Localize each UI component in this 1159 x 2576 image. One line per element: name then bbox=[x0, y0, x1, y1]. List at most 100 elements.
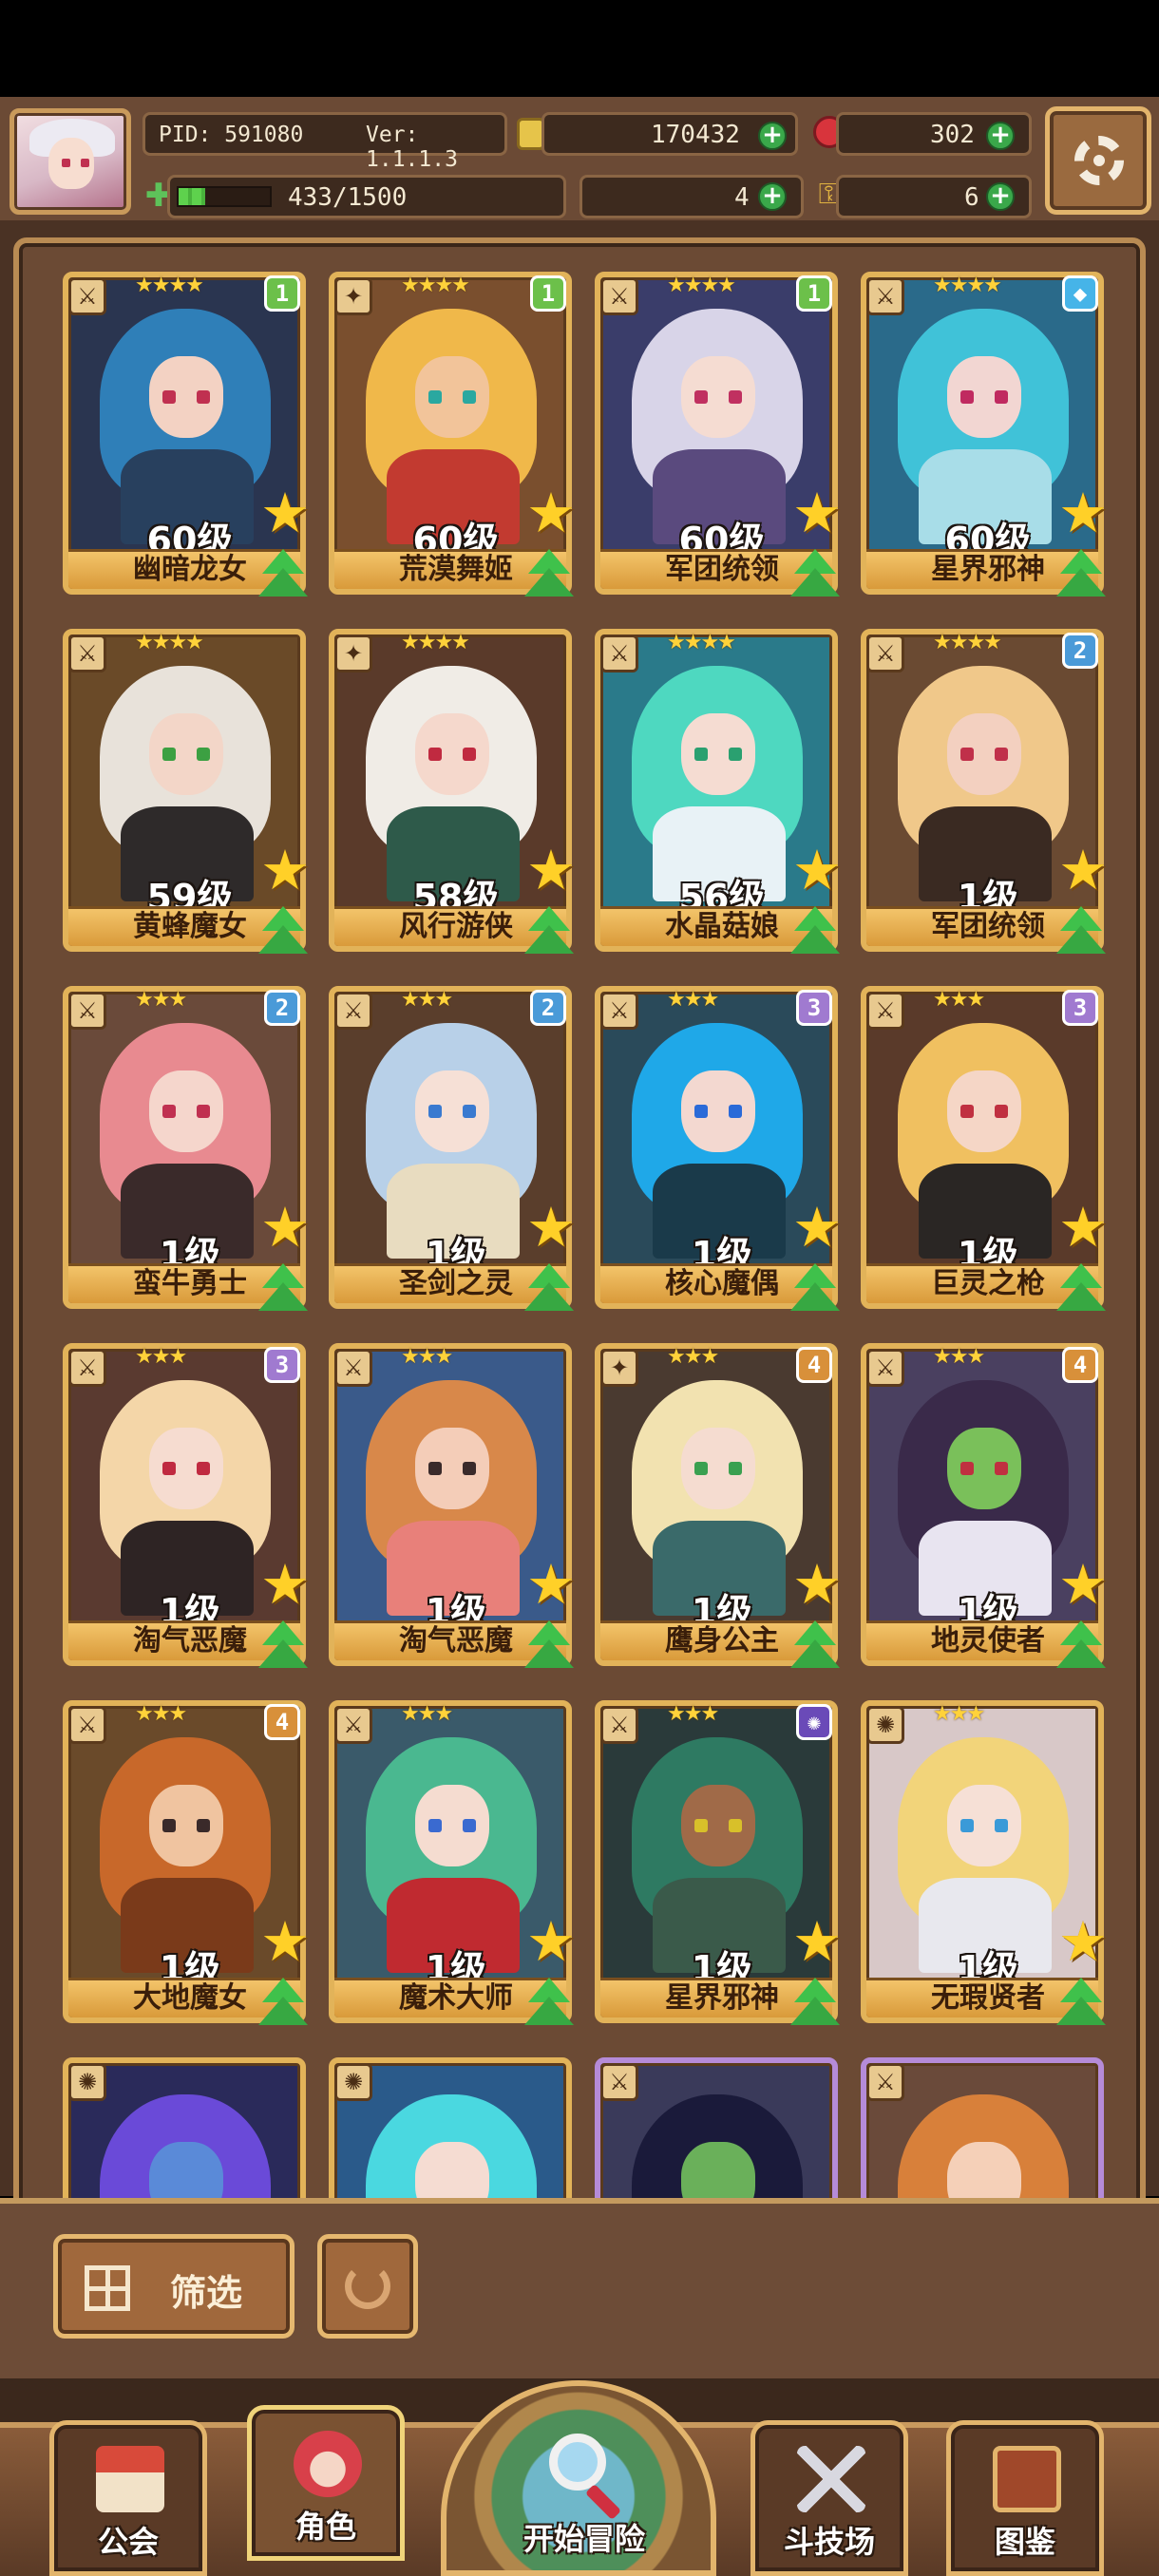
character-card[interactable]: 1级 大地魔女 ⚔ ★★★ 4 ★ bbox=[63, 1700, 310, 2025]
star-upgrade-icon: ★ bbox=[260, 1909, 310, 1974]
add-gold-button[interactable]: + bbox=[758, 122, 787, 150]
status-bar-area bbox=[0, 0, 1159, 97]
portrait-eye bbox=[729, 1819, 742, 1832]
level-up-arrow-icon bbox=[256, 1263, 310, 1315]
character-card[interactable]: 60级 幽暗龙女 ⚔ ★★★★ 1 ★ bbox=[63, 272, 310, 597]
crossed-swords-icon bbox=[797, 2446, 865, 2512]
portrait-eye bbox=[428, 390, 442, 404]
nav-tab-codex[interactable]: 图鉴 bbox=[946, 2420, 1104, 2576]
rank-badge: 3 bbox=[264, 1347, 300, 1383]
filter-button[interactable]: 筛选 bbox=[53, 2234, 294, 2339]
portrait-eye bbox=[463, 748, 476, 761]
rarity-stars: ★★★ bbox=[401, 1702, 453, 1726]
level-up-arrow-icon bbox=[788, 1978, 842, 2029]
gold-value: 170432 bbox=[651, 121, 740, 149]
portrait-face bbox=[681, 1785, 755, 1866]
character-card[interactable]: 60级 荒漠舞姬 ✦ ★★★★ 1 ★ bbox=[329, 272, 576, 597]
star-upgrade-icon: ★ bbox=[1058, 481, 1108, 545]
character-card-partial[interactable]: ✺ bbox=[63, 2057, 306, 2207]
character-card[interactable]: 1级 巨灵之枪 ⚔ ★★★ 3 ★ bbox=[861, 986, 1108, 1311]
portrait-eye bbox=[428, 1105, 442, 1118]
settings-button[interactable] bbox=[1045, 106, 1151, 215]
nav-tab-character[interactable]: 角色 bbox=[247, 2405, 405, 2561]
card-frame: 1级 核心魔偶 bbox=[595, 986, 838, 1309]
reset-sort-button[interactable] bbox=[317, 2234, 418, 2339]
star-upgrade-icon: ★ bbox=[1058, 1195, 1108, 1260]
character-card[interactable]: 58级 风行游侠 ✦ ★★★★ ★ bbox=[329, 629, 576, 954]
character-card[interactable]: 1级 无瑕贤者 ✺ ★★★ ★ bbox=[861, 1700, 1108, 2025]
character-card[interactable]: 56级 水晶菇娘 ⚔ ★★★★ ★ bbox=[595, 629, 842, 954]
character-card[interactable]: 1级 魔术大师 ⚔ ★★★ ★ bbox=[329, 1700, 576, 2025]
character-card-partial[interactable]: ⚔ bbox=[595, 2057, 838, 2207]
arrow-base bbox=[258, 1639, 308, 1668]
portrait-face bbox=[947, 713, 1021, 795]
rarity-stars: ★★★ bbox=[135, 1702, 187, 1726]
character-card[interactable]: 60级 星界邪神 ⚔ ★★★★ ◆ ★ bbox=[861, 272, 1108, 597]
portrait-eye bbox=[995, 1105, 1008, 1118]
character-card[interactable]: 59级 黄蜂魔女 ⚔ ★★★★ ★ bbox=[63, 629, 310, 954]
weapon-type-icon: ⚔ bbox=[68, 1706, 106, 1744]
weapon-type-icon: ⚔ bbox=[866, 277, 904, 315]
star-upgrade-icon: ★ bbox=[260, 838, 310, 902]
level-up-arrow-icon bbox=[1054, 1620, 1108, 1672]
rank-badge: 4 bbox=[1062, 1347, 1098, 1383]
portrait-eye bbox=[729, 1462, 742, 1475]
star-upgrade-icon: ★ bbox=[792, 1195, 842, 1260]
weapon-type-icon: ⚔ bbox=[68, 1349, 106, 1387]
character-card[interactable]: 1级 淘气恶魔 ⚔ ★★★ ★ bbox=[329, 1343, 576, 1668]
star-upgrade-icon: ★ bbox=[526, 1909, 576, 1974]
add-gems-button[interactable]: + bbox=[986, 122, 1015, 150]
character-card[interactable]: 1级 鹰身公主 ✦ ★★★ 4 ★ bbox=[595, 1343, 842, 1668]
character-card[interactable]: 1级 核心魔偶 ⚔ ★★★ 3 ★ bbox=[595, 986, 842, 1311]
portrait-eye bbox=[162, 1105, 176, 1118]
rarity-stars: ★★★ bbox=[933, 988, 985, 1012]
star-upgrade-icon: ★ bbox=[792, 838, 842, 902]
weapon-type-icon: ⚔ bbox=[600, 1706, 638, 1744]
weapon-type-icon: ⚔ bbox=[68, 635, 106, 672]
refresh-icon bbox=[345, 2263, 390, 2309]
weapon-type-icon: ⚔ bbox=[334, 992, 372, 1030]
rarity-stars: ★★★★ bbox=[933, 274, 1002, 297]
portrait-eye bbox=[463, 1462, 476, 1475]
weapon-type-icon: ⚔ bbox=[866, 992, 904, 1030]
gem-value: 302 bbox=[930, 121, 975, 149]
weapon-type-icon: ⚔ bbox=[866, 2063, 904, 2101]
weapon-type-icon: ⚔ bbox=[866, 1349, 904, 1387]
card-frame: 59级 黄蜂魔女 bbox=[63, 629, 306, 952]
character-card[interactable]: 1级 蛮牛勇士 ⚔ ★★★ 2 ★ bbox=[63, 986, 310, 1311]
rarity-stars: ★★★ bbox=[933, 1702, 985, 1726]
guild-hall-icon bbox=[96, 2446, 164, 2512]
character-card[interactable]: 1级 地灵使者 ⚔ ★★★ 4 ★ bbox=[861, 1343, 1108, 1668]
player-avatar[interactable] bbox=[10, 108, 131, 215]
card-frame: 1级 军团统领 bbox=[861, 629, 1104, 952]
nav-tab-arena[interactable]: 斗技场 bbox=[750, 2420, 908, 2576]
portrait-eye bbox=[463, 1819, 476, 1832]
add-keys-button[interactable]: + bbox=[986, 182, 1015, 211]
portrait-face bbox=[681, 356, 755, 438]
arrow-base bbox=[1056, 1639, 1106, 1668]
pid-version-bar: PID: 591080 Ver: 1.1.1.3 bbox=[142, 112, 507, 172]
portrait-eye bbox=[428, 748, 442, 761]
character-card[interactable]: 1级 星界邪神 ⚔ ★★★ ✺ ★ bbox=[595, 1700, 842, 2025]
magnifier-icon bbox=[549, 2434, 606, 2491]
character-card[interactable]: 60级 军团统领 ⚔ ★★★★ 1 ★ bbox=[595, 272, 842, 597]
clover-value: 4 bbox=[734, 183, 750, 212]
character-card-partial[interactable]: ⚔ bbox=[861, 2057, 1104, 2207]
character-card[interactable]: 1级 淘气恶魔 ⚔ ★★★ 3 ★ bbox=[63, 1343, 310, 1668]
nav-tab-guild[interactable]: 公会 bbox=[49, 2420, 207, 2576]
rank-badge: 3 bbox=[796, 990, 832, 1026]
card-frame: 1级 地灵使者 bbox=[861, 1343, 1104, 1666]
character-card[interactable]: 1级 军团统领 ⚔ ★★★★ 2 ★ bbox=[861, 629, 1108, 954]
add-clover-button[interactable]: + bbox=[758, 182, 787, 211]
nav-label-adventure: 开始冒险 bbox=[522, 2521, 645, 2557]
rank-badge: 2 bbox=[1062, 633, 1098, 669]
weapon-type-icon: ✺ bbox=[866, 1706, 904, 1744]
arrow-base bbox=[1056, 1997, 1106, 2025]
portrait-eye bbox=[960, 1105, 974, 1118]
character-card-partial[interactable]: ✺ bbox=[329, 2057, 572, 2207]
arrow-base bbox=[524, 1282, 574, 1311]
portrait-eye bbox=[729, 748, 742, 761]
card-frame: 58级 风行游侠 bbox=[329, 629, 572, 952]
arrow-base bbox=[524, 1997, 574, 2025]
character-card[interactable]: 1级 圣剑之灵 ⚔ ★★★ 2 ★ bbox=[329, 986, 576, 1311]
